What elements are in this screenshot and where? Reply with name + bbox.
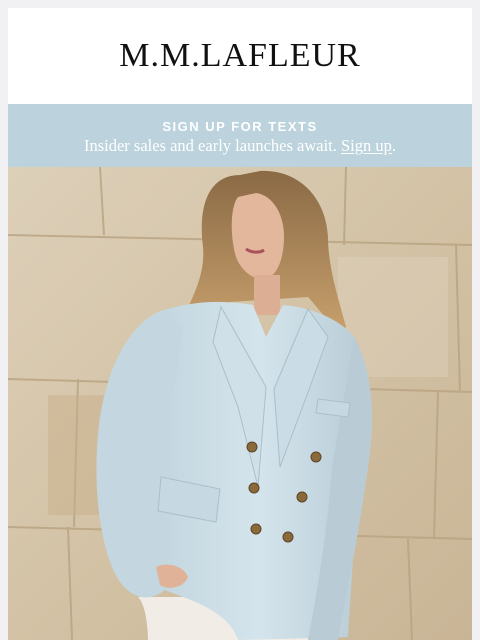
banner-text: Insider sales and early launches await. … — [8, 136, 472, 156]
email-frame: M.M.LAFLEUR SIGN UP FOR TEXTS Insider sa… — [8, 8, 472, 640]
sign-up-link[interactable]: Sign up — [341, 136, 392, 155]
brand-header: M.M.LAFLEUR — [8, 8, 472, 104]
banner-text-tail: . — [391, 136, 397, 155]
banner-title: SIGN UP FOR TEXTS — [162, 119, 318, 134]
sms-signup-banner[interactable]: SIGN UP FOR TEXTS Insider sales and earl… — [8, 104, 472, 167]
model-photo-illustration — [8, 167, 472, 640]
brand-logo[interactable]: M.M.LAFLEUR — [119, 37, 360, 75]
banner-text-lead: Insider sales and early launches await. — [83, 136, 341, 155]
hero-image[interactable] — [8, 167, 472, 640]
